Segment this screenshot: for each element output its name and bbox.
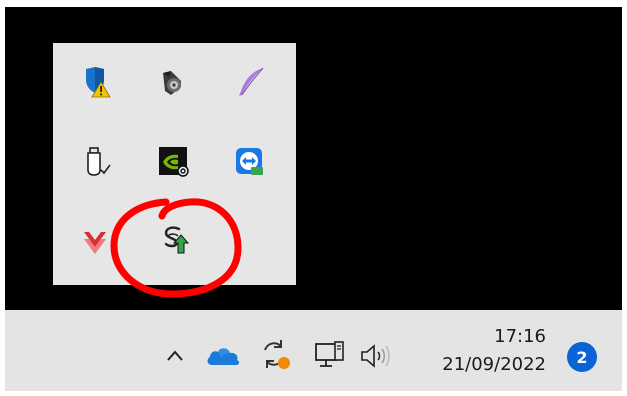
hidden-icons-flyout bbox=[53, 43, 296, 285]
windows-security-warning-icon[interactable] bbox=[75, 61, 117, 103]
clock-date: 21/09/2022 bbox=[442, 354, 546, 375]
usb-safely-remove-icon[interactable] bbox=[75, 141, 117, 183]
taskbar-clock[interactable]: 17:16 21/09/2022 bbox=[442, 324, 546, 378]
antivirus-v-icon[interactable] bbox=[75, 219, 117, 261]
screenshot: 17:16 21/09/2022 2 bbox=[0, 0, 627, 396]
chevron-up-icon[interactable] bbox=[161, 342, 189, 370]
network-icon[interactable] bbox=[310, 338, 348, 374]
update-notifier-icon[interactable] bbox=[155, 219, 197, 261]
speaker-icon[interactable] bbox=[153, 61, 195, 103]
nvidia-icon[interactable] bbox=[153, 141, 195, 183]
onedrive-icon[interactable] bbox=[203, 340, 243, 372]
sync-warning-icon[interactable] bbox=[255, 334, 295, 374]
feather-icon[interactable] bbox=[229, 61, 271, 103]
volume-icon[interactable] bbox=[356, 340, 396, 372]
taskbar: 17:16 21/09/2022 2 bbox=[5, 310, 622, 391]
clock-time: 17:16 bbox=[494, 326, 546, 347]
notification-badge[interactable]: 2 bbox=[567, 342, 597, 372]
teamviewer-icon[interactable] bbox=[229, 141, 271, 183]
